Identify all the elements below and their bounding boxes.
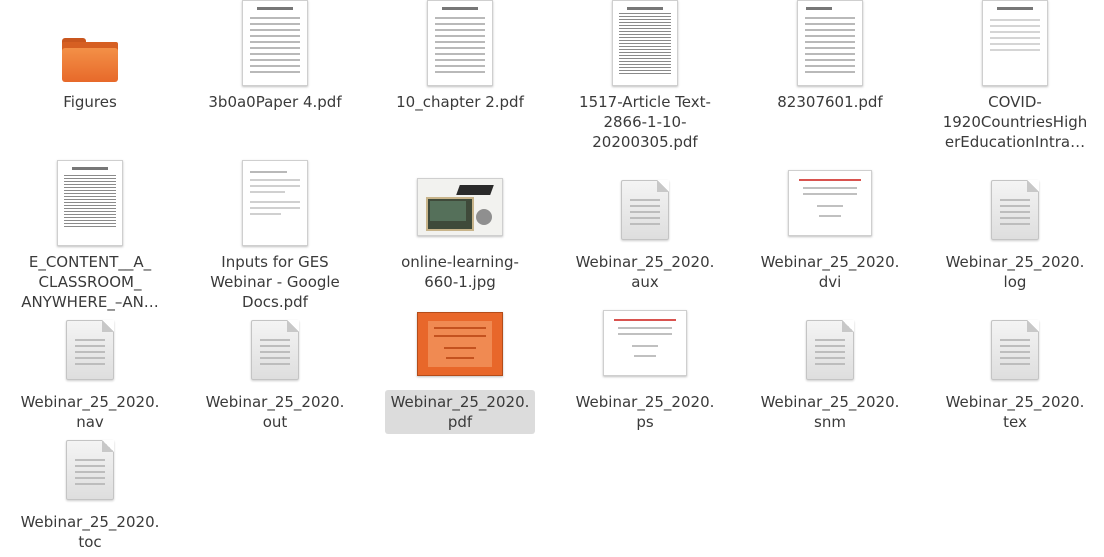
pdf-thumbnail-icon [427,0,493,86]
file-label: 1517-Article Text- 2866-1-10- 20200305.p… [579,93,711,151]
file-label: Webinar_25_2020. toc [20,513,160,551]
pdf-thumbnail-icon [242,0,308,86]
file-label: Webinar_25_2020. dvi [760,253,900,291]
file-item[interactable]: 82307601.pdf [746,0,914,114]
file-label: Webinar_25_2020. aux [575,253,715,291]
image-thumbnail-icon [417,178,503,236]
text-file-icon [251,320,299,380]
pdf-thumbnail-icon [417,312,503,376]
text-file-icon [806,320,854,380]
file-label: Webinar_25_2020. out [205,393,345,431]
file-label: Webinar_25_2020. ps [575,393,715,431]
file-label: 82307601.pdf [777,93,883,111]
pdf-thumbnail-icon [797,0,863,86]
file-label: Webinar_25_2020. tex [945,393,1085,431]
file-label: Webinar_25_2020. log [945,253,1085,291]
file-label: 3b0a0Paper 4.pdf [208,93,342,111]
text-file-icon [991,180,1039,240]
text-file-icon [66,440,114,500]
file-item[interactable]: COVID- 1920CountriesHigh erEducationIntr… [931,0,1099,154]
file-item[interactable]: Webinar_25_2020. out [191,300,359,434]
file-item[interactable]: Webinar_25_2020. ps [561,300,729,434]
file-item[interactable]: Webinar_25_2020. snm [746,300,914,434]
file-item[interactable]: Webinar_25_2020. aux [561,160,729,294]
file-label: Webinar_25_2020. pdf [384,390,536,434]
file-item[interactable]: online-learning- 660-1.jpg [376,160,544,294]
file-item[interactable]: Webinar_25_2020. log [931,160,1099,294]
file-item[interactable]: 3b0a0Paper 4.pdf [191,0,359,114]
file-label: Figures [63,93,117,111]
file-item[interactable]: Webinar_25_2020. dvi [746,160,914,294]
file-label: COVID- 1920CountriesHigh erEducationIntr… [942,93,1088,151]
text-file-icon [66,320,114,380]
file-item[interactable]: Webinar_25_2020. tex [931,300,1099,434]
pdf-thumbnail-icon [242,160,308,246]
file-label: Webinar_25_2020. snm [760,393,900,431]
folder-icon [62,38,118,82]
file-item-figures[interactable]: Figures [6,0,174,114]
file-label: 10_chapter 2.pdf [396,93,524,111]
dvi-thumbnail-icon [788,170,872,236]
file-item[interactable]: Webinar_25_2020. toc [6,420,174,554]
text-file-icon [991,320,1039,380]
file-item[interactable]: Webinar_25_2020. nav [6,300,174,434]
file-label: online-learning- 660-1.jpg [401,253,519,291]
file-item[interactable]: Inputs for GES Webinar - Google Docs.pdf [191,160,359,314]
file-item[interactable]: 1517-Article Text- 2866-1-10- 20200305.p… [561,0,729,154]
file-item[interactable]: E_CONTENT__A_ CLASSROOM_ ANYWHERE_–AN… [6,160,174,314]
pdf-thumbnail-icon [982,0,1048,86]
file-grid: Figures 3b0a0Paper 4.pdf 10_chapter 2.pd… [0,0,1104,557]
ps-thumbnail-icon [603,310,687,376]
text-file-icon [621,180,669,240]
pdf-thumbnail-icon [612,0,678,86]
file-item-selected[interactable]: Webinar_25_2020. pdf [376,300,544,434]
file-item[interactable]: 10_chapter 2.pdf [376,0,544,114]
pdf-thumbnail-icon [57,160,123,246]
